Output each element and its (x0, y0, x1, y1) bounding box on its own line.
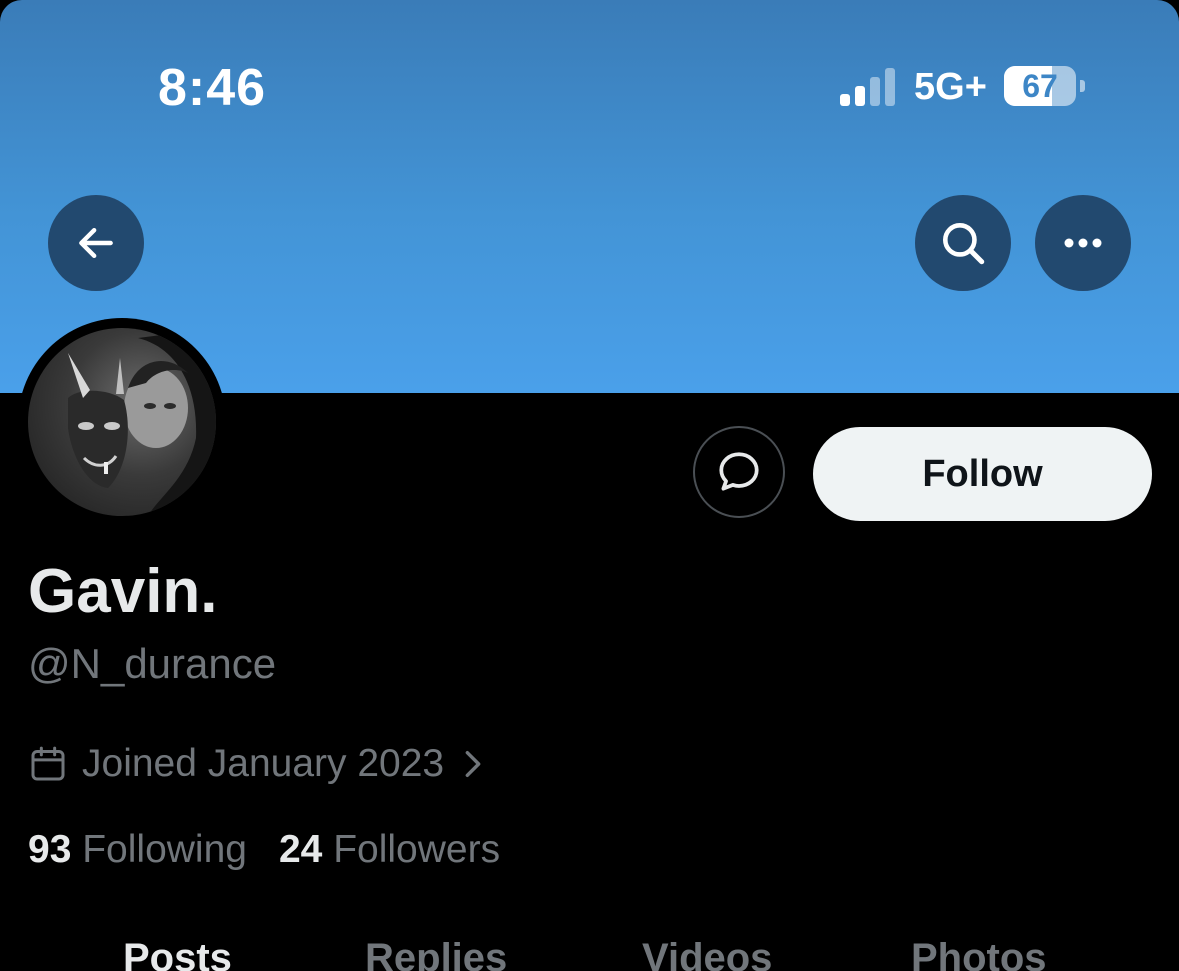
following-count: 93 (28, 828, 72, 871)
signal-strength-icon (840, 68, 895, 106)
calendar-icon (31, 746, 65, 781)
tab-replies[interactable]: Replies (365, 936, 507, 971)
user-handle: @N_durance (28, 640, 277, 687)
profile-tabs: Posts Replies Videos Photos (0, 936, 1179, 971)
followers-link[interactable]: 24 Followers (279, 828, 500, 872)
follow-button[interactable]: Follow (813, 427, 1152, 521)
joined-date-label: Joined January 2023 (82, 742, 445, 785)
tab-photos[interactable]: Photos (911, 936, 1047, 971)
avatar[interactable] (28, 328, 216, 516)
joined-date-row[interactable]: Joined January 2023 (28, 742, 488, 786)
more-button[interactable] (1035, 195, 1131, 291)
follow-stats: 93 Following 24 Followers (28, 828, 500, 872)
search-button[interactable] (915, 195, 1011, 291)
more-horizontal-icon (1064, 238, 1102, 248)
followers-label: Followers (333, 828, 501, 871)
profile-page: 8:46 5G+ 67 Follow Gavin. @N_durance Joi… (0, 0, 1179, 971)
battery-level: 67 (1022, 68, 1058, 104)
display-name: Gavin. (28, 557, 218, 626)
back-button[interactable] (48, 195, 144, 291)
message-bubble-icon (719, 452, 759, 491)
avatar-image (68, 328, 216, 516)
battery-icon: 67 (1004, 66, 1085, 108)
following-link[interactable]: 93 Following (28, 828, 247, 872)
followers-count: 24 (278, 828, 323, 871)
message-button[interactable] (693, 426, 785, 518)
status-time: 8:46 (158, 59, 267, 117)
chevron-right-icon (465, 750, 481, 778)
arrow-left-icon (79, 227, 113, 259)
tab-videos[interactable]: Videos (642, 936, 772, 971)
tab-posts[interactable]: Posts (123, 936, 232, 971)
search-icon (943, 223, 985, 265)
network-type: 5G+ (914, 66, 987, 108)
following-label: Following (82, 828, 247, 871)
